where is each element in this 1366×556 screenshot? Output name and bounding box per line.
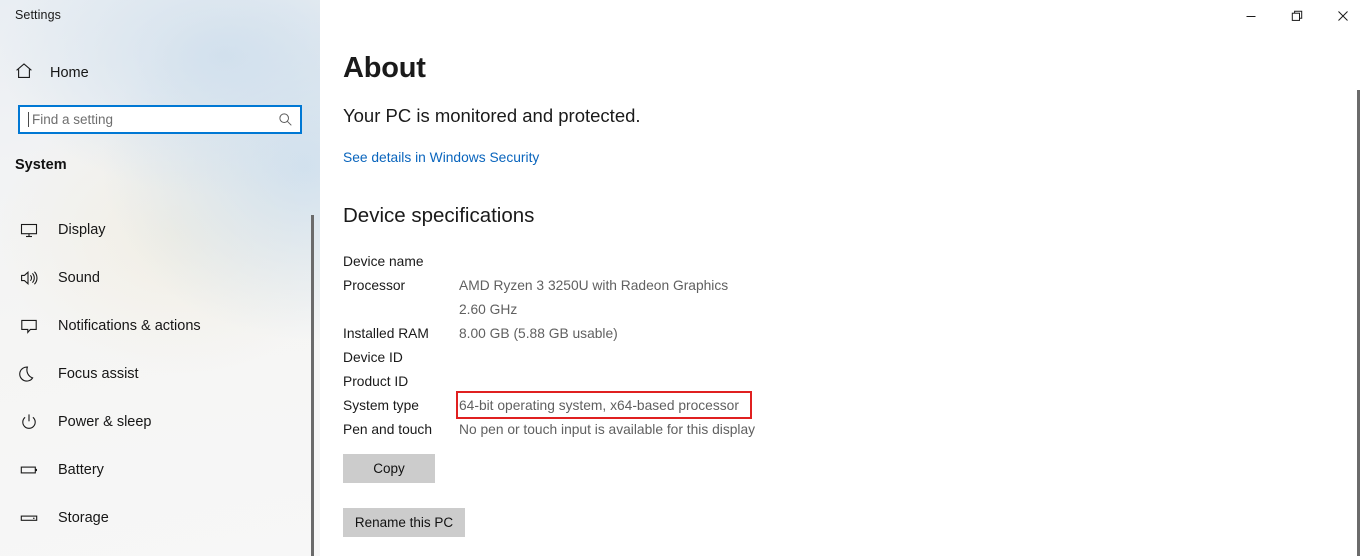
spec-value: AMD Ryzen 3 3250U with Radeon Graphics 2… [459, 278, 729, 317]
spec-row: Pen and touch No pen or touch input is a… [343, 418, 983, 442]
window-controls [1228, 0, 1366, 32]
copy-button[interactable]: Copy [343, 454, 435, 483]
sidebar-item-partial[interactable] [0, 542, 306, 556]
page-title: About [343, 52, 426, 84]
sidebar-group-title: System [15, 157, 67, 173]
spec-label: Processor [343, 278, 406, 293]
sidebar-item-label: Focus assist [58, 366, 139, 382]
sidebar-item-label: Storage [58, 510, 109, 526]
search-icon[interactable] [270, 107, 300, 132]
spec-value: No pen or touch input is available for t… [459, 422, 756, 437]
content-scrollbar-thumb[interactable] [1357, 90, 1360, 556]
spec-label: Pen and touch [343, 422, 432, 437]
home-icon [14, 61, 34, 86]
spec-row: Installed RAM 8.00 GB (5.88 GB usable) [343, 322, 983, 346]
sidebar-item-label: Battery [58, 462, 104, 478]
spec-label: Product ID [343, 374, 409, 389]
sidebar-home-label: Home [50, 65, 89, 81]
spec-row: Product ID [343, 370, 983, 394]
spec-label: System type [343, 398, 419, 413]
sidebar-item-power-sleep[interactable]: Power & sleep [0, 398, 306, 446]
notification-bubble-icon [18, 315, 40, 337]
windows-security-link[interactable]: See details in Windows Security [343, 150, 539, 165]
sidebar-item-label: Notifications & actions [58, 318, 201, 334]
sidebar-item-label: Sound [58, 270, 100, 286]
power-icon [18, 411, 40, 433]
rename-this-pc-button[interactable]: Rename this PC [343, 508, 465, 537]
sidebar-item-notifications[interactable]: Notifications & actions [0, 302, 306, 350]
spec-row: Device ID [343, 346, 983, 370]
sidebar-item-home[interactable]: Home [14, 60, 89, 86]
sidebar-scrollbar[interactable] [306, 0, 320, 556]
storage-drive-icon [18, 507, 40, 529]
spec-label: Device name [343, 254, 424, 269]
sidebar-item-label: Power & sleep [58, 414, 152, 430]
spec-row-system-type: System type 64-bit operating system, x64… [343, 394, 983, 418]
spec-label: Installed RAM [343, 326, 429, 341]
sidebar-item-display[interactable]: Display [0, 206, 306, 254]
sidebar-item-label: Display [58, 222, 106, 238]
protection-status-text: Your PC is monitored and protected. [343, 105, 641, 126]
spec-label: Device ID [343, 350, 403, 365]
search-input[interactable] [29, 112, 270, 127]
window-title: Settings [15, 8, 61, 22]
spec-row: Device name [343, 250, 983, 274]
sidebar-item-sound[interactable]: Sound [0, 254, 306, 302]
restore-button[interactable] [1274, 0, 1320, 32]
main-content: About Your PC is monitored and protected… [320, 0, 1366, 556]
monitor-icon [18, 219, 40, 241]
moon-icon [18, 363, 40, 385]
spec-value: 64-bit operating system, x64-based proce… [459, 398, 739, 413]
sidebar-nav-list: Display Sound Notifications & actions Fo… [0, 206, 306, 556]
search-box[interactable] [18, 105, 302, 134]
minimize-button[interactable] [1228, 0, 1274, 32]
spec-value: 8.00 GB (5.88 GB usable) [459, 326, 618, 341]
sidebar-scrollbar-thumb[interactable] [311, 215, 314, 556]
spec-row: Processor AMD Ryzen 3 3250U with Radeon … [343, 274, 983, 322]
sidebar-item-storage[interactable]: Storage [0, 494, 306, 542]
speaker-icon [18, 267, 40, 289]
device-specifications-table: Device name Processor AMD Ryzen 3 3250U … [343, 250, 983, 442]
sidebar: Settings Home System [0, 0, 320, 556]
device-specifications-heading: Device specifications [343, 204, 535, 227]
battery-icon [18, 459, 40, 481]
sidebar-item-battery[interactable]: Battery [0, 446, 306, 494]
close-button[interactable] [1320, 0, 1366, 32]
settings-window: Settings Home System [0, 0, 1366, 556]
sidebar-item-focus-assist[interactable]: Focus assist [0, 350, 306, 398]
